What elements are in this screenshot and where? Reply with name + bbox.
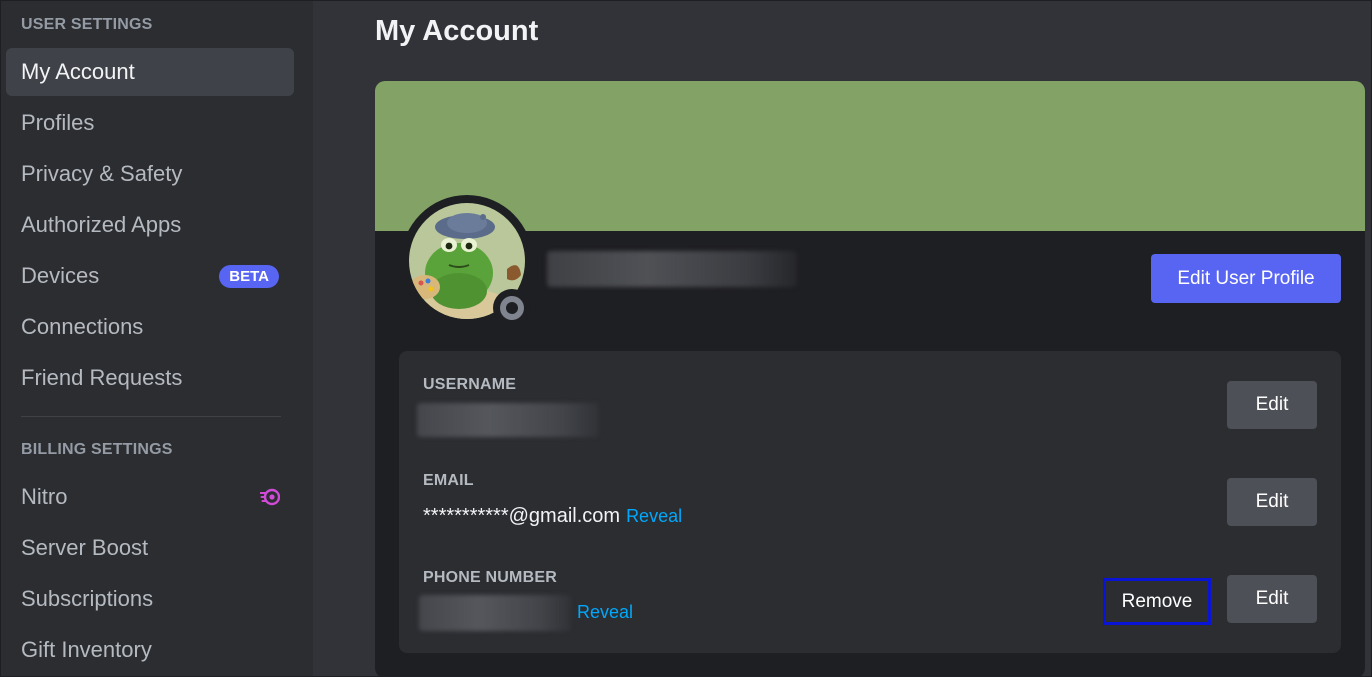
beta-badge: BETA xyxy=(219,265,279,288)
sidebar-item-subscriptions[interactable]: Subscriptions xyxy=(6,575,294,623)
sidebar-item-label: My Account xyxy=(21,59,135,84)
edit-email-button[interactable]: Edit xyxy=(1227,478,1317,526)
sidebar-item-label: Subscriptions xyxy=(21,586,154,611)
sidebar-item-label: Authorized Apps xyxy=(21,212,182,237)
sidebar-divider xyxy=(21,416,281,417)
sidebar-item-privacy-safety[interactable]: Privacy & Safety xyxy=(6,150,294,198)
avatar[interactable] xyxy=(401,195,533,327)
offline-status-icon xyxy=(500,296,524,320)
edit-phone-button[interactable]: Edit xyxy=(1227,575,1317,623)
sidebar-item-label: Nitro xyxy=(21,484,68,509)
sidebar-item-nitro[interactable]: Nitro xyxy=(6,473,294,521)
phone-number-label: PHONE NUMBER xyxy=(423,569,557,586)
username-label: USERNAME xyxy=(423,376,517,393)
status-indicator xyxy=(493,289,531,327)
email-label: EMAIL xyxy=(423,472,474,489)
display-name-redacted xyxy=(547,251,797,287)
sidebar-item-gift-inventory[interactable]: Gift Inventory xyxy=(6,626,294,674)
sidebar-item-connections[interactable]: Connections xyxy=(6,303,294,351)
profile-banner xyxy=(375,81,1365,231)
settings-sidebar: USER SETTINGS My Account Profiles Privac… xyxy=(1,1,313,676)
sidebar-item-devices[interactable]: Devices BETA xyxy=(6,252,294,300)
billing-settings-header: BILLING SETTINGS xyxy=(21,441,173,458)
remove-phone-button[interactable]: Remove xyxy=(1103,578,1211,625)
nitro-icon xyxy=(260,488,280,506)
sidebar-item-label: Server Boost xyxy=(21,535,149,560)
app-window: USER SETTINGS My Account Profiles Privac… xyxy=(0,0,1372,677)
sidebar-item-label: Connections xyxy=(21,314,144,339)
user-settings-header: USER SETTINGS xyxy=(21,16,153,33)
sidebar-item-label: Devices xyxy=(21,263,100,288)
email-reveal-link[interactable]: Reveal xyxy=(626,506,682,526)
sidebar-item-friend-requests[interactable]: Friend Requests xyxy=(6,354,294,402)
account-info-panel: USERNAME Edit EMAIL ***********@gmail.co… xyxy=(399,351,1341,653)
phone-value-redacted xyxy=(419,595,571,631)
page-title: My Account xyxy=(375,15,539,47)
edit-user-profile-button[interactable]: Edit User Profile xyxy=(1151,254,1341,303)
email-value: ***********@gmail.com xyxy=(423,505,621,527)
sidebar-item-my-account[interactable]: My Account xyxy=(6,48,294,96)
phone-reveal-link[interactable]: Reveal xyxy=(577,602,633,623)
sidebar-item-label: Privacy & Safety xyxy=(21,161,183,186)
sidebar-item-label: Gift Inventory xyxy=(21,637,152,662)
sidebar-item-authorized-apps[interactable]: Authorized Apps xyxy=(6,201,294,249)
account-profile-card: Edit User Profile USERNAME Edit EMAIL **… xyxy=(375,81,1365,676)
sidebar-item-label: Profiles xyxy=(21,110,95,135)
edit-username-button[interactable]: Edit xyxy=(1227,381,1317,429)
email-value-row: ***********@gmail.com Reveal xyxy=(423,505,682,528)
sidebar-item-label: Friend Requests xyxy=(21,365,183,390)
sidebar-item-server-boost[interactable]: Server Boost xyxy=(6,524,294,572)
username-value-redacted xyxy=(417,403,599,437)
sidebar-item-profiles[interactable]: Profiles xyxy=(6,99,294,147)
